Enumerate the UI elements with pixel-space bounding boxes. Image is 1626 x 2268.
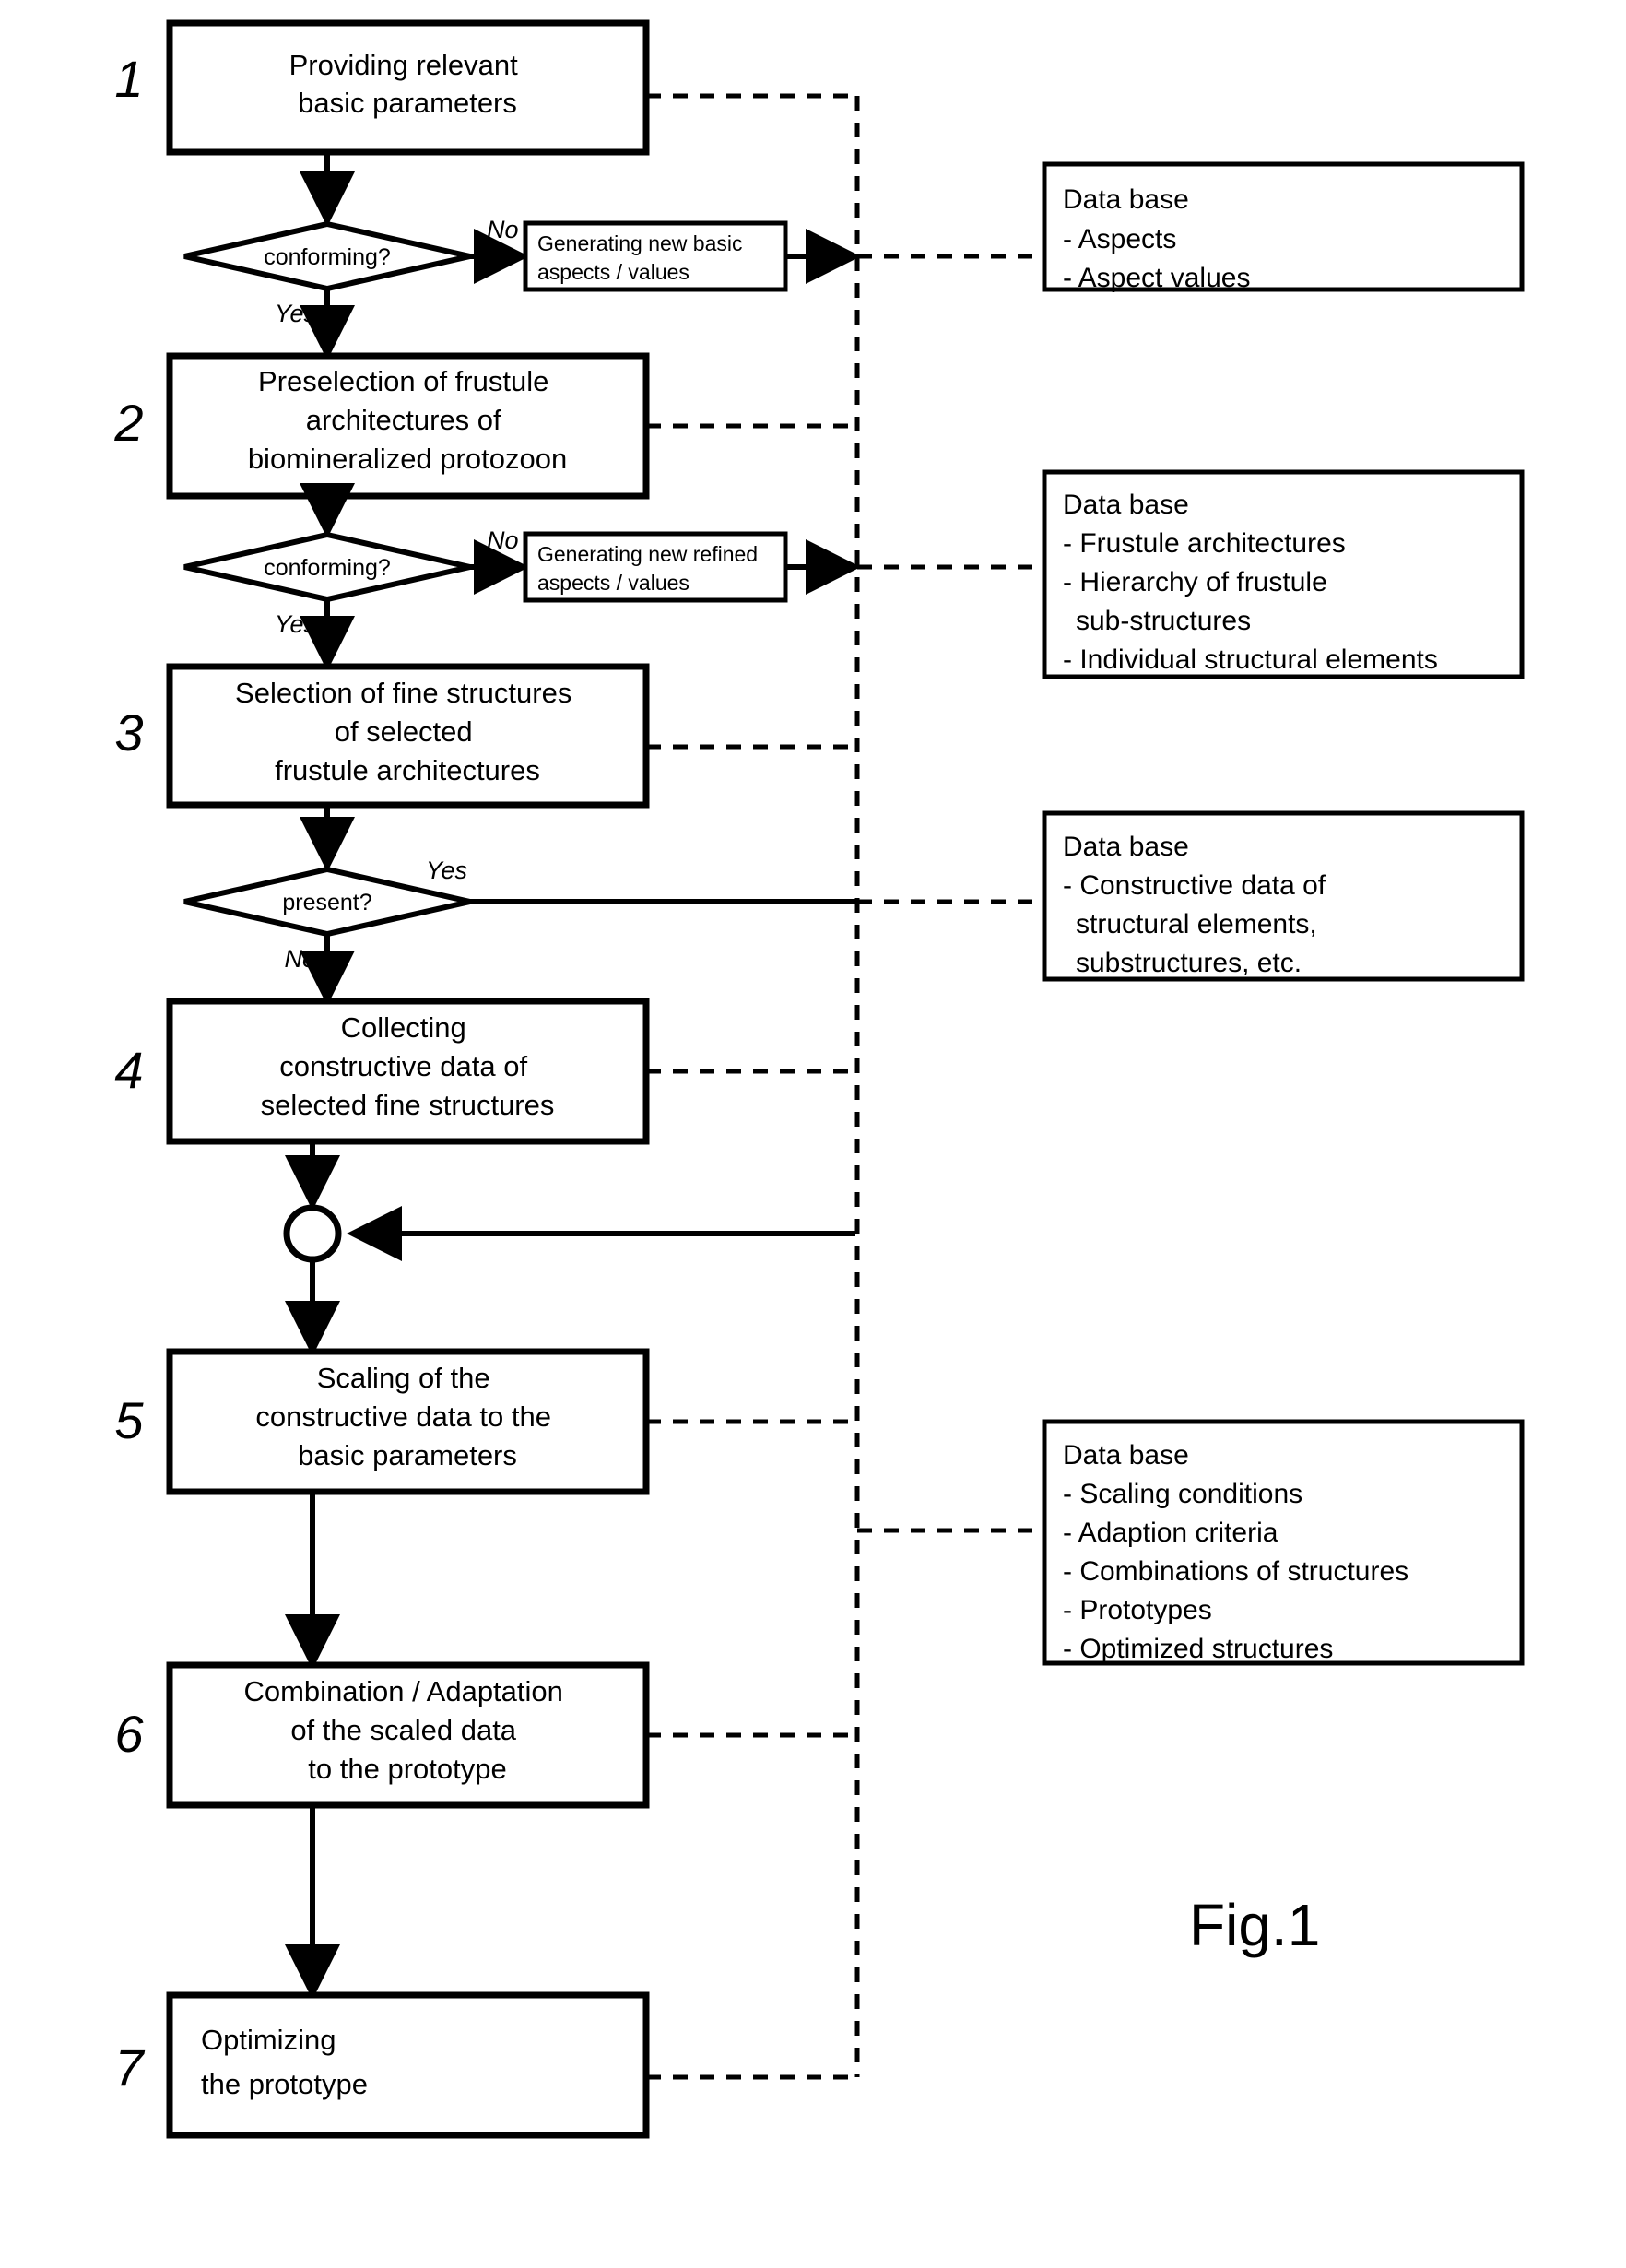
step-1-number: 1 [114,50,143,108]
figure-root: 1 Providing relevant basic parameters co… [0,0,1626,2268]
step-7-box[interactable] [166,1991,650,2139]
database-1-title: Data base [1063,184,1189,215]
decision-2-no-label: No [487,526,519,554]
step-2-number: 2 [113,394,143,452]
decision-2-yes-label: Yes [275,610,316,638]
decision-3-label: present? [282,890,371,915]
merge-junction-circle [283,1204,342,1263]
step-5-number: 5 [114,1391,144,1449]
step-7-number: 7 [114,2038,145,2097]
database-3-items: - Constructive data of structural elemen… [1063,870,1333,978]
flowchart-canvas: 1 Providing relevant basic parameters co… [113,19,1525,2139]
step-6-number: 6 [114,1705,144,1763]
decision-2-label: conforming? [264,555,391,581]
database-4-title: Data base [1063,1440,1189,1471]
decision-1-no-label: No [487,216,519,243]
decision-3-yes-label: Yes [426,856,467,884]
database-2-title: Data base [1063,490,1189,520]
step-4-number: 4 [114,1041,143,1099]
figure-label: Fig.1 [1189,1892,1320,1958]
decision-1-label: conforming? [264,244,391,270]
step-3-number: 3 [114,703,143,762]
decision-3-no-label: No [284,945,316,973]
decision-1-yes-label: Yes [275,300,316,327]
database-3-title: Data base [1063,832,1189,862]
